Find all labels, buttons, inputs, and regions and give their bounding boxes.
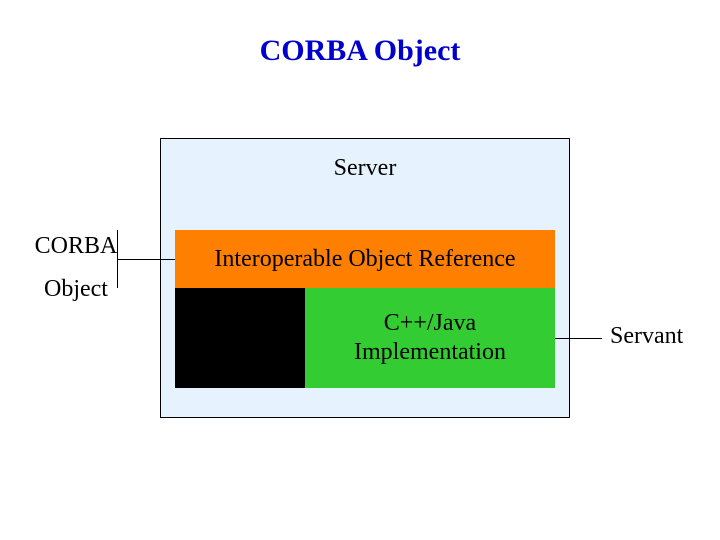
impl-box: C++/Java Implementation — [305, 288, 555, 388]
corba-object-label: CORBA Object — [6, 225, 146, 311]
diagram-title: CORBA Object — [0, 34, 720, 68]
black-box — [175, 288, 305, 388]
server-label: Server — [160, 155, 570, 182]
impl-label: C++/Java Implementation — [354, 309, 506, 367]
ior-label: Interoperable Object Reference — [214, 246, 515, 273]
ior-box: Interoperable Object Reference — [175, 230, 555, 288]
connector-corba-horizontal — [117, 259, 175, 260]
servant-label: Servant — [610, 323, 683, 350]
impl-row: C++/Java Implementation — [175, 288, 555, 388]
connector-corba-vertical — [117, 230, 118, 288]
connector-servant-horizontal — [555, 338, 602, 339]
